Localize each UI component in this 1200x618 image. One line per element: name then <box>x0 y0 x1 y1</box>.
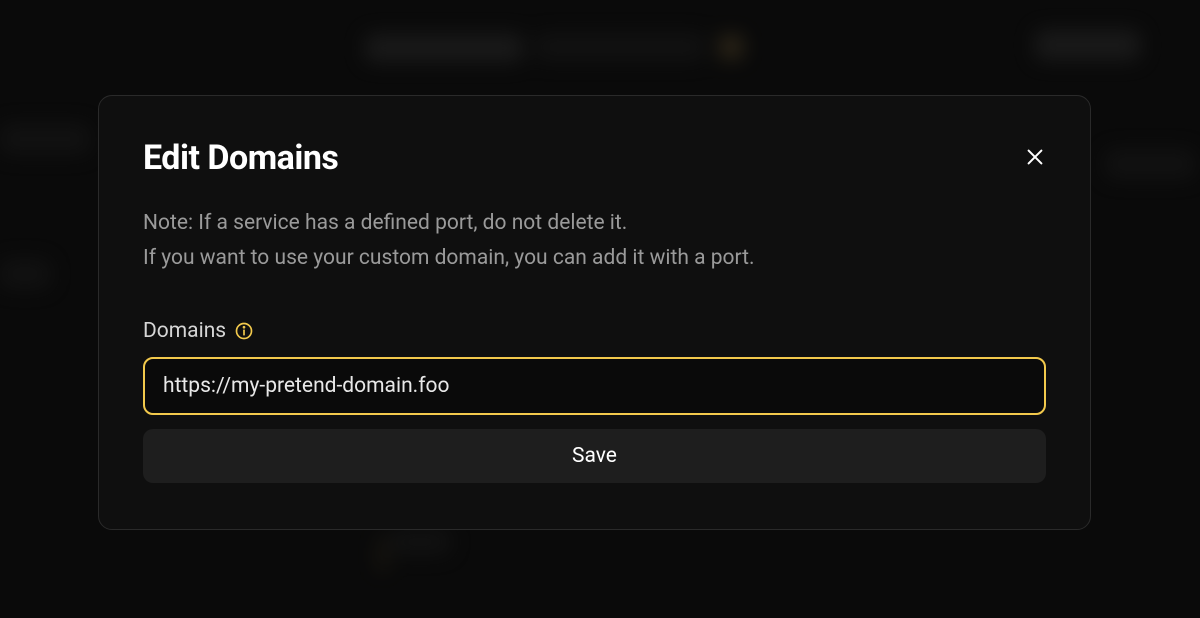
close-icon <box>1024 146 1046 168</box>
modal-title: Edit Domains <box>143 138 338 178</box>
domains-input[interactable] <box>143 357 1046 415</box>
close-button[interactable] <box>1020 142 1050 172</box>
description-line-1: Note: If a service has a defined port, d… <box>143 206 1046 241</box>
modal-header: Edit Domains <box>143 138 1046 178</box>
field-label-row: Domains <box>143 319 1046 343</box>
description-line-2: If you want to use your custom domain, y… <box>143 241 1046 276</box>
modal-description: Note: If a service has a defined port, d… <box>143 206 1046 275</box>
save-button[interactable]: Save <box>143 429 1046 483</box>
domains-field-group: Domains Save <box>143 319 1046 483</box>
info-icon[interactable] <box>234 321 254 341</box>
edit-domains-modal: Edit Domains Note: If a service has a de… <box>98 95 1091 530</box>
domains-label: Domains <box>143 319 226 343</box>
